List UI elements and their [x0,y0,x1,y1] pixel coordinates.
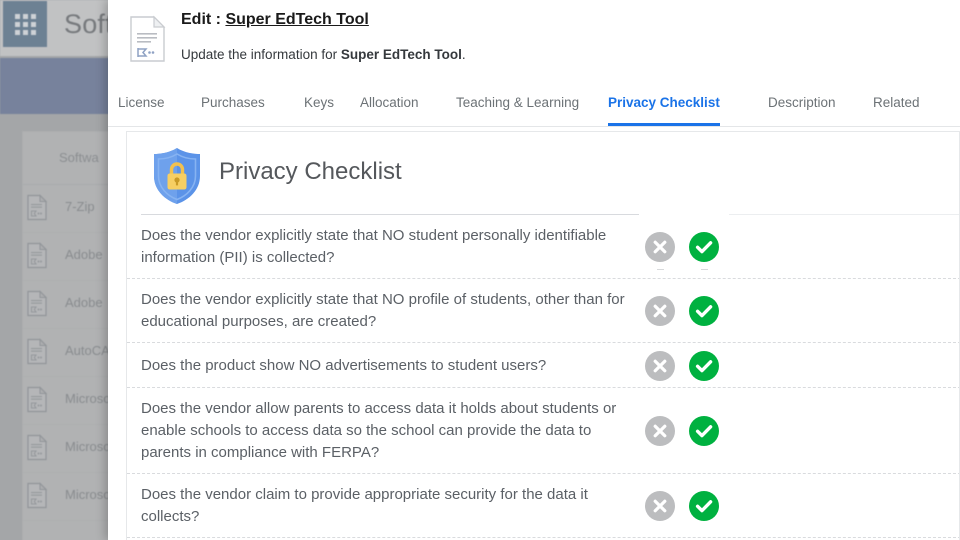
background-list-item-label: Microso [65,487,111,502]
circle-x-icon[interactable] [645,351,675,381]
background-list-item-label: 7-Zip [65,199,95,214]
screen: Softw Softwa 7-Zip Adobe Adobe AutoCA Micros… [0,0,960,540]
tab-keys[interactable]: Keys [304,80,334,126]
checklist-row: Does the product show NO advertisements … [127,343,959,388]
circle-check-icon[interactable] [689,232,719,262]
dialog-tabs: License Purchases Keys Allocation Teaching &… [108,80,960,127]
document-icon [26,242,48,269]
dialog-title: Edit : Super EdTech Tool [181,11,369,29]
circle-check-icon[interactable] [689,296,719,326]
tab-purchases[interactable]: Purchases [201,80,265,126]
tab-description[interactable]: Description [768,80,836,126]
circle-x-icon[interactable] [645,491,675,521]
document-icon [26,290,48,317]
tab-privacy-checklist[interactable]: Privacy Checklist [608,80,720,126]
apps-grid-dots [14,13,36,35]
checklist-question: Does the vendor allow parents to access … [141,400,617,461]
toggle-tick-mark [701,269,708,270]
checklist-row: Does the vendor allow parents to access … [127,388,959,474]
dialog-subtitle-subject: Super EdTech Tool [340,47,462,62]
tab-license[interactable]: License [118,80,165,126]
toggle-tick-mark [657,269,664,270]
background-list-item-label: Adobe [65,247,103,262]
checklist-row: Does the vendor claim to provide appropr… [127,474,959,538]
dialog-title-lead: Edit : [181,11,226,28]
tab-teaching-learning[interactable]: Teaching & Learning [456,80,579,126]
dialog-header: Edit : Super EdTech Tool Update the info… [108,0,960,80]
dialog-title-subject-link[interactable]: Super EdTech Tool [225,11,368,28]
checklist-question: Does the product show NO advertisements … [141,357,547,374]
privacy-checklist-rows: Does the vendor explicitly state that NO… [127,215,959,538]
apps-grid-icon[interactable] [3,1,47,47]
circle-x-icon[interactable] [645,416,675,446]
privacy-checklist-header: Privacy Checklist [127,132,959,215]
document-icon [26,482,48,509]
background-list-item-label: Adobe [65,295,103,310]
shield-lock-icon [149,145,205,207]
document-icon [26,434,48,461]
background-list-item-label: Microso [65,391,111,406]
document-edit-icon [127,14,169,64]
background-list-item-label: AutoCA [65,343,110,358]
circle-x-icon[interactable] [645,296,675,326]
checklist-row: Does the vendor explicitly state that NO… [127,215,959,279]
dialog-subtitle: Update the information for Super EdTech … [181,47,466,62]
circle-check-icon[interactable] [689,491,719,521]
dialog-subtitle-suffix: . [461,47,466,62]
tab-allocation[interactable]: Allocation [360,80,419,126]
document-icon [26,386,48,413]
privacy-checklist-title: Privacy Checklist [219,158,402,185]
dialog-subtitle-prefix: Update the information for [181,47,341,62]
checklist-row: Does the vendor explicitly state that NO… [127,279,959,343]
tab-related[interactable]: Related [873,80,920,126]
edit-dialog: Edit : Super EdTech Tool Update the info… [108,0,960,540]
circle-check-icon[interactable] [689,351,719,381]
document-icon [26,338,48,365]
checklist-question: Does the vendor explicitly state that NO… [141,227,607,266]
circle-x-icon[interactable] [645,232,675,262]
background-list-item-label: Microso [65,439,111,454]
document-icon [26,194,48,221]
background-panel-header-label: Softwa [59,150,99,165]
checklist-question: Does the vendor claim to provide appropr… [141,486,588,525]
privacy-checklist-card: Privacy Checklist Does the vendor explic… [126,131,960,540]
circle-check-icon[interactable] [689,416,719,446]
checklist-question: Does the vendor explicitly state that NO… [141,291,625,330]
